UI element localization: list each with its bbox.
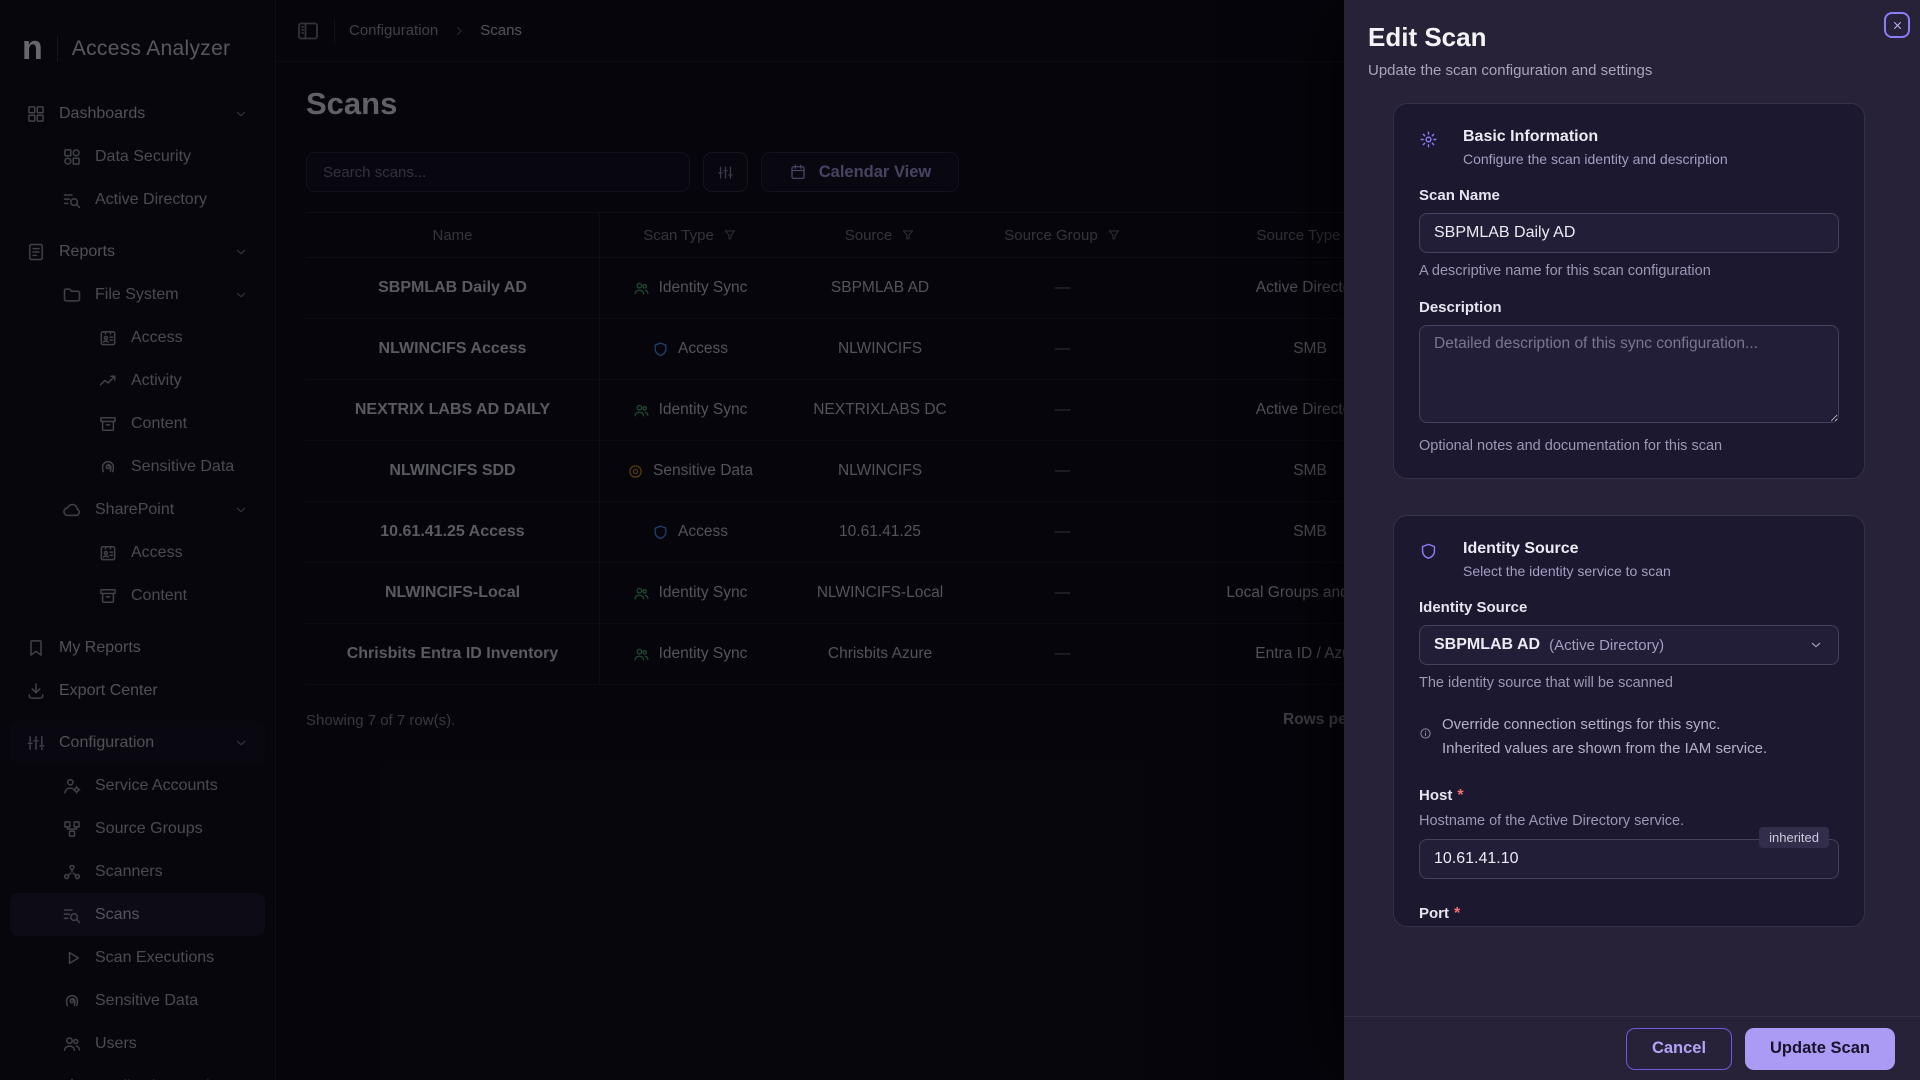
identity-source-help: The identity source that will be scanned xyxy=(1419,675,1839,691)
close-icon xyxy=(1891,19,1904,32)
basic-information-subtitle: Configure the scan identity and descript… xyxy=(1463,151,1728,167)
host-label: Host xyxy=(1419,787,1452,804)
basic-information-header: Basic Information Configure the scan ide… xyxy=(1419,128,1839,167)
host-input-wrap: inherited xyxy=(1419,839,1839,879)
app-root: n Access Analyzer DashboardsData Securit… xyxy=(0,0,1920,1080)
gear-icon xyxy=(1419,130,1438,149)
close-button[interactable] xyxy=(1884,12,1910,38)
identity-source-value: SBPMLAB AD xyxy=(1434,636,1540,654)
cancel-button[interactable]: Cancel xyxy=(1626,1028,1732,1070)
port-required-mark: * xyxy=(1454,905,1460,922)
modal-subtitle: Update the scan configuration and settin… xyxy=(1368,62,1860,79)
identity-source-select[interactable]: SBPMLAB AD (Active Directory) xyxy=(1419,625,1839,665)
identity-source-value-type: (Active Directory) xyxy=(1549,637,1664,654)
scan-name-help: A descriptive name for this scan configu… xyxy=(1419,263,1839,279)
identity-source-subtitle: Select the identity service to scan xyxy=(1463,563,1671,579)
modal-title: Edit Scan xyxy=(1368,22,1860,53)
port-label: Port xyxy=(1419,905,1449,922)
identity-source-header: Identity Source Select the identity serv… xyxy=(1419,540,1839,579)
basic-information-card: Basic Information Configure the scan ide… xyxy=(1393,103,1865,479)
update-scan-button[interactable]: Update Scan xyxy=(1745,1028,1895,1070)
identity-source-title: Identity Source xyxy=(1463,540,1671,558)
description-help: Optional notes and documentation for thi… xyxy=(1419,438,1839,454)
override-info: Override connection settings for this sy… xyxy=(1419,713,1839,761)
basic-information-title: Basic Information xyxy=(1463,128,1728,146)
host-required-mark: * xyxy=(1457,787,1463,804)
identity-source-card: Identity Source Select the identity serv… xyxy=(1393,515,1865,927)
modal-header: Edit Scan Update the scan configuration … xyxy=(1344,0,1920,79)
override-info-line1: Override connection settings for this sy… xyxy=(1442,713,1767,737)
scan-name-input[interactable] xyxy=(1419,213,1839,253)
description-textarea[interactable] xyxy=(1419,325,1839,423)
inherited-badge: inherited xyxy=(1759,827,1829,848)
description-label: Description xyxy=(1419,299,1839,316)
modal-footer: Cancel Update Scan xyxy=(1344,1016,1920,1080)
override-info-line2: Inherited values are shown from the IAM … xyxy=(1442,737,1767,761)
chevron-down-icon xyxy=(1808,637,1824,653)
shield-icon xyxy=(1419,542,1438,561)
scan-name-label: Scan Name xyxy=(1419,187,1839,204)
info-icon xyxy=(1419,727,1432,740)
edit-scan-modal: Edit Scan Update the scan configuration … xyxy=(1344,0,1920,1080)
identity-source-label: Identity Source xyxy=(1419,599,1839,616)
